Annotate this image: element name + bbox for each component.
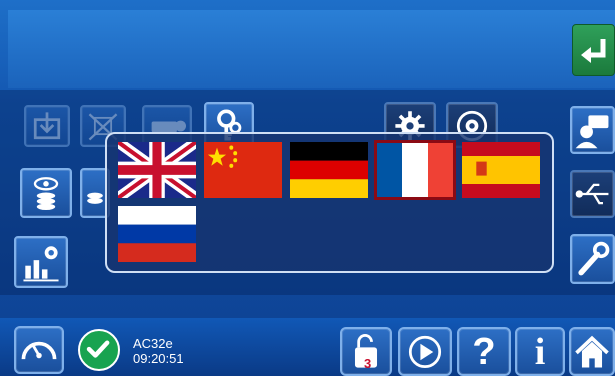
status-text: AC32e 09:20:51 bbox=[133, 336, 184, 366]
home-icon bbox=[575, 335, 609, 368]
device-name: AC32e bbox=[133, 336, 173, 351]
flag-uk[interactable] bbox=[118, 142, 196, 198]
eye-coins-icon bbox=[33, 177, 59, 211]
check-icon bbox=[86, 340, 110, 358]
usb-icon bbox=[575, 183, 609, 205]
france-flag-icon bbox=[376, 142, 454, 198]
home-button[interactable] bbox=[569, 327, 615, 376]
info-icon: i bbox=[534, 331, 546, 373]
play-icon bbox=[408, 335, 442, 369]
speed-button[interactable] bbox=[14, 326, 64, 374]
lock-button[interactable]: 3 bbox=[340, 327, 392, 376]
play-button[interactable] bbox=[398, 327, 452, 376]
germany-flag-icon bbox=[290, 142, 368, 198]
wrench-icon bbox=[578, 241, 610, 276]
statistics-gear-icon bbox=[23, 246, 59, 282]
help-button[interactable]: ? bbox=[457, 327, 511, 376]
usb-button[interactable] bbox=[570, 170, 615, 218]
import-button[interactable] bbox=[24, 105, 70, 147]
flag-germany[interactable] bbox=[290, 142, 368, 198]
uk-flag-icon bbox=[118, 142, 196, 198]
user-chat-icon bbox=[575, 115, 609, 149]
flag-spain[interactable] bbox=[462, 142, 540, 198]
enter-button[interactable] bbox=[572, 24, 615, 76]
service-button[interactable] bbox=[570, 234, 615, 284]
help-icon: ? bbox=[472, 331, 496, 373]
china-flag-icon bbox=[204, 142, 282, 198]
info-button[interactable]: i bbox=[515, 327, 565, 376]
download-icon bbox=[33, 112, 61, 140]
top-bar bbox=[8, 10, 615, 88]
status-ok-indicator bbox=[78, 329, 120, 371]
flag-china[interactable] bbox=[204, 142, 282, 198]
spain-flag-icon bbox=[462, 142, 540, 198]
lock-level: 3 bbox=[364, 356, 372, 371]
count-button[interactable] bbox=[20, 168, 72, 218]
russia-flag-icon bbox=[118, 206, 196, 262]
support-button[interactable] bbox=[570, 106, 615, 154]
enter-icon bbox=[581, 39, 606, 63]
statistics-button[interactable] bbox=[14, 236, 68, 288]
flag-russia[interactable] bbox=[118, 206, 196, 262]
language-popup bbox=[105, 132, 554, 273]
speedometer-icon bbox=[21, 341, 57, 360]
clock-time: 09:20:51 bbox=[133, 351, 184, 366]
screen: AC32e 09:20:51 3 ? i bbox=[0, 0, 615, 376]
flag-france[interactable] bbox=[374, 140, 456, 200]
